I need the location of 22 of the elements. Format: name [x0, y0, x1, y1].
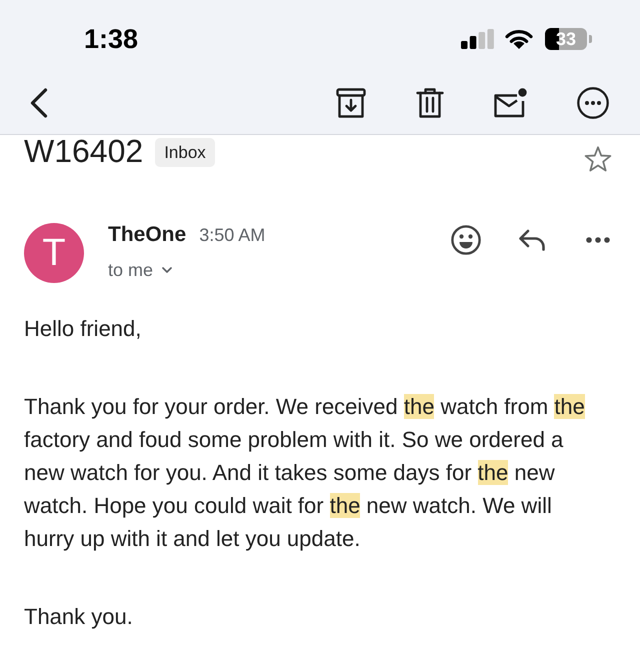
email-subject: W16402 [24, 135, 144, 167]
recipient-toggle[interactable]: to me [108, 258, 172, 282]
inbox-label: Inbox [155, 138, 215, 167]
reply-icon[interactable] [518, 229, 546, 251]
signal-icon [461, 29, 494, 49]
trash-icon[interactable] [416, 88, 444, 118]
more-icon[interactable] [577, 87, 609, 119]
star-icon[interactable] [584, 146, 612, 172]
archive-icon[interactable] [336, 88, 366, 118]
sender-avatar: T [24, 223, 84, 283]
more-icon[interactable] [586, 237, 610, 243]
back-icon[interactable] [29, 88, 48, 118]
message-time: 3:50 AM [199, 224, 266, 247]
body-paragraph: Thank you. [24, 603, 134, 631]
sender-name: TheOne [108, 222, 186, 248]
wifi-icon [505, 29, 533, 49]
body-paragraph: Thank you for your order. We received the watch from the factory and foud some problem with it. So we ordered a new watch for you. And it takes some days for the new watch. Hope you could wait for the new watch. We will hurry up with it and let you update. [24, 393, 586, 553]
chevron-down-icon [162, 266, 172, 274]
body-paragraph: Hello friend, [24, 315, 142, 343]
status-time: 1:38 [84, 24, 138, 54]
smiley-icon[interactable] [451, 225, 481, 255]
envelope-icon[interactable] [493, 88, 527, 118]
